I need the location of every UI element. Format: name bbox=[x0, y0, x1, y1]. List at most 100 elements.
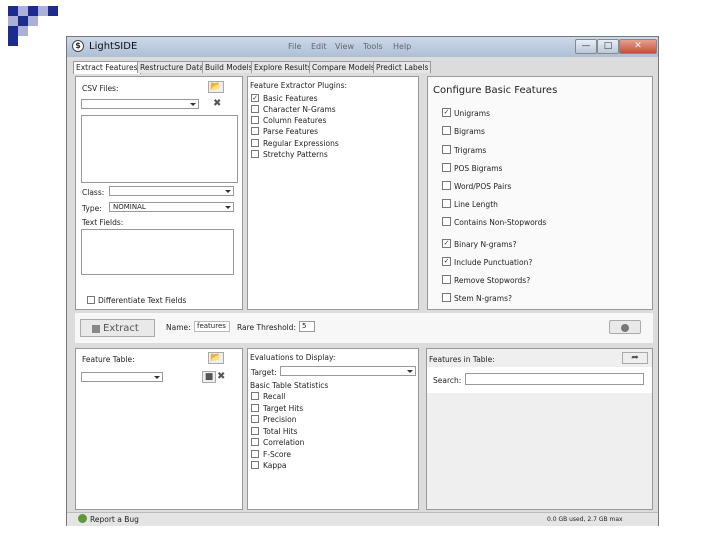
plugin-checkbox[interactable] bbox=[251, 127, 259, 135]
extract-button[interactable]: Extract bbox=[80, 319, 155, 337]
decor-square bbox=[48, 6, 58, 16]
export-icon[interactable]: ➦ bbox=[622, 352, 648, 364]
decor-square bbox=[8, 36, 18, 46]
stat-checkbox[interactable] bbox=[251, 392, 259, 400]
stat-checkbox[interactable] bbox=[251, 415, 259, 423]
decor-square bbox=[28, 6, 38, 16]
stats-header: Basic Table Statistics bbox=[250, 381, 329, 390]
menu-help[interactable]: Help bbox=[393, 42, 411, 51]
stat-label: Kappa bbox=[263, 461, 287, 470]
menu-edit[interactable]: Edit bbox=[311, 42, 327, 51]
plugin-checkbox[interactable] bbox=[251, 105, 259, 113]
option-label: Binary N-grams? bbox=[454, 240, 517, 249]
differentiate-checkbox[interactable] bbox=[87, 296, 95, 304]
option-checkbox[interactable] bbox=[442, 181, 451, 190]
search-row: Search: bbox=[427, 367, 652, 393]
extract-icon bbox=[92, 325, 100, 333]
save-table-icon[interactable]: ■ bbox=[202, 371, 216, 383]
features-in-table-panel: Features in Table: ➦ Search: bbox=[426, 348, 653, 510]
memory-usage: 0.0 GB used, 2.7 GB max bbox=[547, 516, 623, 523]
stat-label: F-Score bbox=[263, 450, 292, 459]
search-input[interactable] bbox=[465, 373, 644, 385]
tab-restructure-data[interactable]: Restructure Data bbox=[137, 61, 207, 73]
type-label: Type: bbox=[82, 204, 102, 213]
option-checkbox[interactable] bbox=[442, 257, 451, 266]
name-field[interactable]: features bbox=[194, 321, 230, 332]
csv-files-label: CSV Files: bbox=[82, 84, 119, 93]
option-checkbox[interactable] bbox=[442, 145, 451, 154]
feature-table-dropdown[interactable] bbox=[81, 372, 163, 382]
stat-checkbox[interactable] bbox=[251, 427, 259, 435]
tab-build-models[interactable]: Build Models bbox=[202, 61, 256, 73]
bug-icon[interactable] bbox=[78, 514, 87, 523]
configure-title: Configure Basic Features bbox=[433, 85, 558, 96]
tab-predict-labels[interactable]: Predict Labels bbox=[373, 61, 432, 73]
plugin-checkbox[interactable] bbox=[251, 139, 259, 147]
stop-button[interactable] bbox=[609, 320, 641, 334]
plugins-panel: Feature Extractor Plugins: Basic Feature… bbox=[247, 76, 419, 310]
status-bar: Report a Bug 0.0 GB used, 2.7 GB max bbox=[67, 512, 658, 526]
option-checkbox[interactable] bbox=[442, 108, 451, 117]
option-label: Bigrams bbox=[454, 127, 485, 136]
option-checkbox[interactable] bbox=[442, 126, 451, 135]
minimize-button[interactable]: — bbox=[575, 39, 597, 54]
option-label: Word/POS Pairs bbox=[454, 182, 512, 191]
decor-square bbox=[8, 6, 18, 16]
option-label: POS Bigrams bbox=[454, 164, 503, 173]
plugin-label: Stretchy Patterns bbox=[263, 150, 328, 159]
target-dropdown[interactable] bbox=[280, 366, 416, 376]
remove-file-icon[interactable]: ✖ bbox=[213, 98, 221, 109]
stat-checkbox[interactable] bbox=[251, 450, 259, 458]
stat-label: Recall bbox=[263, 392, 286, 401]
option-checkbox[interactable] bbox=[442, 199, 451, 208]
option-checkbox[interactable] bbox=[442, 239, 451, 248]
plugin-checkbox[interactable] bbox=[251, 150, 259, 158]
plugin-checkbox[interactable] bbox=[251, 116, 259, 124]
report-bug-link[interactable]: Report a Bug bbox=[90, 515, 139, 524]
type-dropdown[interactable]: NOMINAL bbox=[109, 202, 234, 212]
evaluations-panel: Evaluations to Display: Target: Basic Ta… bbox=[247, 348, 419, 510]
option-checkbox[interactable] bbox=[442, 275, 451, 284]
features-in-table-label: Features in Table: bbox=[429, 355, 495, 364]
differentiate-label: Differentiate Text Fields bbox=[98, 296, 187, 305]
open-table-icon[interactable]: 📂 bbox=[208, 352, 224, 364]
text-fields-label: Text Fields: bbox=[82, 218, 124, 227]
menu-view[interactable]: View bbox=[335, 42, 354, 51]
tab-compare-models[interactable]: Compare Models bbox=[309, 61, 378, 73]
tab-extract-features[interactable]: Extract Features bbox=[73, 61, 141, 74]
plugins-list: Basic Features Character N-Grams Column … bbox=[249, 91, 417, 308]
rare-threshold-field[interactable]: 5 bbox=[299, 321, 315, 332]
option-label: Contains Non-Stopwords bbox=[454, 218, 547, 227]
close-button[interactable]: ✕ bbox=[619, 39, 657, 54]
csv-files-list[interactable] bbox=[81, 115, 238, 183]
decor-square bbox=[38, 6, 48, 16]
plugin-label: Parse Features bbox=[263, 127, 319, 136]
text-fields-list[interactable] bbox=[81, 229, 234, 275]
menu-tools[interactable]: Tools bbox=[363, 42, 383, 51]
option-checkbox[interactable] bbox=[442, 163, 451, 172]
remove-table-icon[interactable]: ✖ bbox=[217, 371, 225, 382]
feature-table-panel: Feature Table: 📂 ■ ✖ bbox=[75, 348, 243, 510]
menu-file[interactable]: File bbox=[288, 42, 301, 51]
stat-label: Target Hits bbox=[263, 404, 304, 413]
class-dropdown[interactable] bbox=[109, 186, 234, 196]
maximize-button[interactable]: □ bbox=[597, 39, 619, 54]
decor-square bbox=[18, 6, 28, 16]
plugin-label: Character N-Grams bbox=[263, 105, 336, 114]
decor-square bbox=[28, 16, 38, 26]
option-checkbox[interactable] bbox=[442, 293, 451, 302]
rare-threshold-label: Rare Threshold: bbox=[237, 323, 297, 332]
option-label: Include Punctuation? bbox=[454, 258, 533, 267]
tab-explore-results[interactable]: Explore Results bbox=[251, 61, 315, 73]
stat-checkbox[interactable] bbox=[251, 404, 259, 412]
plugin-label: Column Features bbox=[263, 116, 327, 125]
option-label: Remove Stopwords? bbox=[454, 276, 531, 285]
stat-label: Precision bbox=[263, 415, 297, 424]
plugin-checkbox[interactable] bbox=[251, 94, 259, 102]
open-file-icon[interactable]: 📂 bbox=[208, 81, 224, 93]
csv-files-dropdown[interactable] bbox=[81, 99, 199, 109]
stat-checkbox[interactable] bbox=[251, 461, 259, 469]
option-checkbox[interactable] bbox=[442, 217, 451, 226]
window-title: LightSIDE bbox=[89, 41, 138, 52]
stat-checkbox[interactable] bbox=[251, 438, 259, 446]
